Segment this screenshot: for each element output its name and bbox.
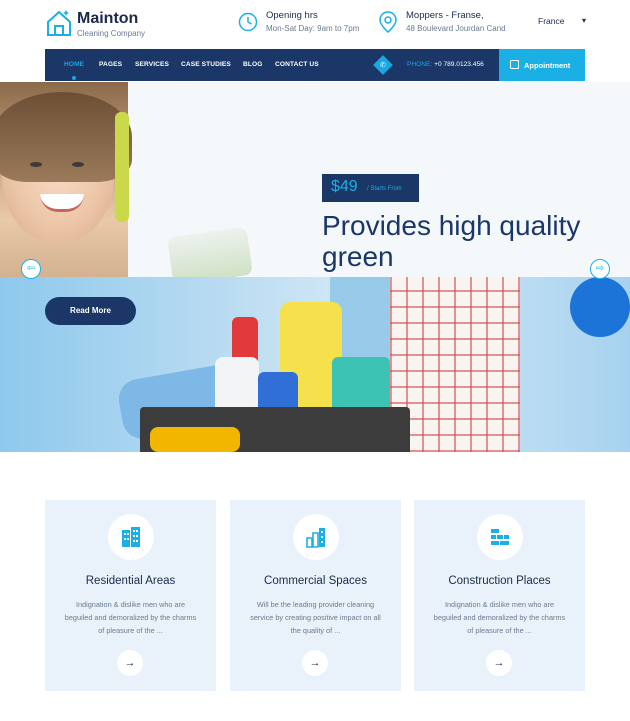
- nav-contact-us[interactable]: CONTACT US: [275, 61, 319, 68]
- price-badge: $49 / Starts From: [322, 174, 419, 202]
- brand-tagline: Cleaning Company: [77, 29, 146, 38]
- phone-number: +0 789.0123.456: [434, 61, 484, 68]
- address-info: Moppers - Franse, 48 Boulevard Jourdan C…: [378, 10, 528, 38]
- map-pin-icon: [379, 11, 397, 33]
- card-text: Will be the leading provider cleaning se…: [250, 600, 381, 635]
- chevron-down-icon: ▾: [581, 16, 586, 25]
- woman-eye: [72, 162, 84, 167]
- hero-woman-photo: [0, 82, 132, 278]
- main-nav: HOME PAGES SERVICES CASE STUDIES BLOG CO…: [45, 49, 585, 81]
- appointment-button[interactable]: Appointment: [499, 49, 585, 81]
- woman-hair: [0, 92, 132, 182]
- address-title: Moppers - Franse,: [406, 10, 484, 21]
- logo[interactable]: Mainton Cleaning Company: [45, 8, 165, 40]
- hero-title: Provides high quality green: [322, 210, 581, 272]
- address-text: 48 Boulevard Jourdan Cand: [406, 24, 506, 33]
- card-title: Commercial Spaces: [264, 575, 367, 587]
- nav-blog[interactable]: BLOG: [243, 61, 262, 68]
- card-title: Construction Places: [448, 575, 551, 587]
- hours-title: Opening hrs: [266, 10, 318, 21]
- card-icon-circle: [293, 514, 339, 560]
- yellow-glove: [115, 112, 129, 222]
- phone-info[interactable]: PHONE: +0 789.0123.456: [407, 61, 484, 68]
- active-indicator: [72, 76, 76, 80]
- brand-name: Mainton: [77, 10, 139, 27]
- price-value: $49: [331, 178, 358, 195]
- yellow-gloves: [150, 427, 240, 452]
- nav-services[interactable]: SERVICES: [135, 61, 169, 68]
- nav-home[interactable]: HOME: [64, 61, 84, 68]
- house-logo-icon: [47, 10, 71, 36]
- read-more-button[interactable]: Read More: [45, 297, 136, 325]
- phone-label: PHONE:: [407, 61, 433, 68]
- card-title: Residential Areas: [85, 575, 176, 587]
- service-card-construction[interactable]: Construction Places Indignation & dislik…: [414, 500, 585, 691]
- residential-building-icon: [122, 527, 140, 547]
- language-select[interactable]: France ▾: [538, 16, 586, 30]
- hours-text: Mon-Sat Day: 9am to 7pm: [266, 24, 360, 33]
- phone-icon: ✆: [380, 62, 386, 69]
- opening-hours-info: Opening hrs Mon-Sat Day: 9am to 7pm: [238, 10, 373, 38]
- card-text: Indignation & dislike men who are beguil…: [64, 600, 197, 635]
- woman-smile: [40, 194, 84, 212]
- card-icon-circle: [108, 514, 154, 560]
- arrow-right-icon[interactable]: →: [302, 650, 328, 676]
- slider-prev-arrow-icon[interactable]: ⇦: [21, 259, 41, 279]
- appointment-label: Appointment: [524, 61, 571, 70]
- woman-face: [0, 92, 132, 242]
- commercial-building-icon: [306, 528, 325, 548]
- slider-next-arrow-icon[interactable]: ⇨: [590, 259, 610, 279]
- woman-eye: [30, 162, 42, 167]
- service-card-residential[interactable]: Residential Areas Indignation & dislike …: [45, 500, 216, 691]
- nav-pages[interactable]: PAGES: [99, 61, 122, 68]
- card-text: Indignation & dislike men who are beguil…: [433, 600, 566, 635]
- nav-case-studies[interactable]: CASE STUDIES: [181, 61, 231, 68]
- top-header: Mainton Cleaning Company Opening hrs Mon…: [0, 0, 630, 48]
- service-card-commercial[interactable]: Commercial Spaces Will be the leading pr…: [230, 500, 401, 691]
- blue-duster: [570, 277, 630, 337]
- calendar-icon: [510, 60, 519, 69]
- price-suffix: / Starts From: [367, 186, 402, 192]
- arrow-right-icon[interactable]: →: [117, 650, 143, 676]
- hero-slider: $49 / Starts From Provides high quality …: [0, 82, 630, 452]
- construction-bricks-icon: [491, 529, 509, 545]
- language-value: France: [538, 16, 565, 26]
- clock-icon: [238, 12, 258, 32]
- card-icon-circle: [477, 514, 523, 560]
- arrow-right-icon[interactable]: →: [486, 650, 512, 676]
